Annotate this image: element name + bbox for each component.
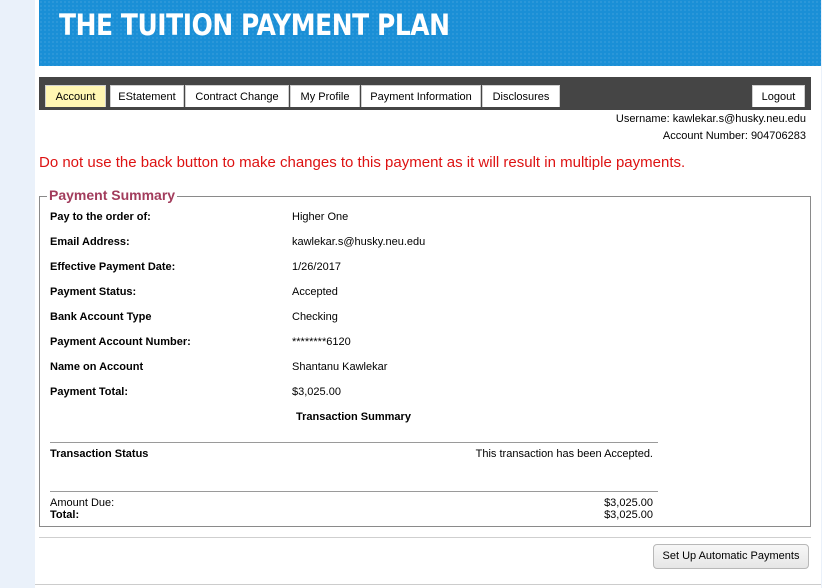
payment-status-value: Accepted [292,286,338,298]
bank-account-type-label: Bank Account Type [50,311,152,323]
payment-account-number-label: Payment Account Number: [50,336,191,348]
payment-summary-legend: Payment Summary [47,187,178,203]
divider [50,442,658,443]
tab-contract-change[interactable]: Contract Change [185,85,289,107]
payment-account-number-value: ********6120 [292,336,351,348]
payment-total-label: Payment Total: [50,386,129,398]
tab-account[interactable]: Account [45,85,106,107]
tab-estatement[interactable]: EStatement [110,85,184,107]
amount-due-value: $3,025.00 [604,497,653,509]
setup-automatic-payments-button[interactable]: Set Up Automatic Payments [653,544,809,569]
total-label: Total: [50,509,80,521]
amount-due-label: Amount Due: [50,497,115,509]
name-on-account-label: Name on Account [50,361,144,373]
transaction-status-label: Transaction Status [50,448,149,460]
bank-account-type-value: Checking [292,311,338,323]
nav-bar: Account EStatement Contract Change My Pr… [39,77,811,110]
effective-date-value: 1/26/2017 [292,261,341,273]
header-banner: THE TUITION PAYMENT PLAN [39,0,821,66]
user-info: Username: kawlekar.s@husky.neu.edu Accou… [616,111,806,145]
username-label: Username: [615,113,670,125]
pay-to-value: Higher One [292,211,349,223]
tab-my-profile[interactable]: My Profile [290,85,360,107]
tab-payment-information[interactable]: Payment Information [361,85,481,107]
name-on-account-value: Shantanu Kawlekar [292,361,388,373]
email-value: kawlekar.s@husky.neu.edu [292,236,426,248]
effective-date-label: Effective Payment Date: [50,261,176,273]
account-number-value: 904706283 [750,130,806,142]
divider [39,537,811,538]
username-value: kawlekar.s@husky.neu.edu [672,113,806,125]
payment-total-value: $3,025.00 [292,386,341,398]
site-title: THE TUITION PAYMENT PLAN [59,8,450,42]
logout-button[interactable]: Logout [752,85,805,107]
payment-summary: Payment Summary Pay to the order of: Hig… [39,187,811,527]
warning-message: Do not use the back button to make chang… [39,154,686,171]
payment-status-label: Payment Status: [50,286,137,298]
pay-to-label: Pay to the order of: [50,211,151,223]
transaction-status-value: This transaction has been Accepted. [475,448,653,460]
tab-disclosures[interactable]: Disclosures [482,85,560,107]
transaction-summary-heading: Transaction Summary [296,411,411,423]
email-label: Email Address: [50,236,130,248]
page: THE TUITION PAYMENT PLAN Account EStatem… [35,0,821,588]
total-value: $3,025.00 [604,509,653,521]
divider [50,491,658,492]
account-number-label: Account Number: [662,130,748,142]
divider [35,584,821,585]
